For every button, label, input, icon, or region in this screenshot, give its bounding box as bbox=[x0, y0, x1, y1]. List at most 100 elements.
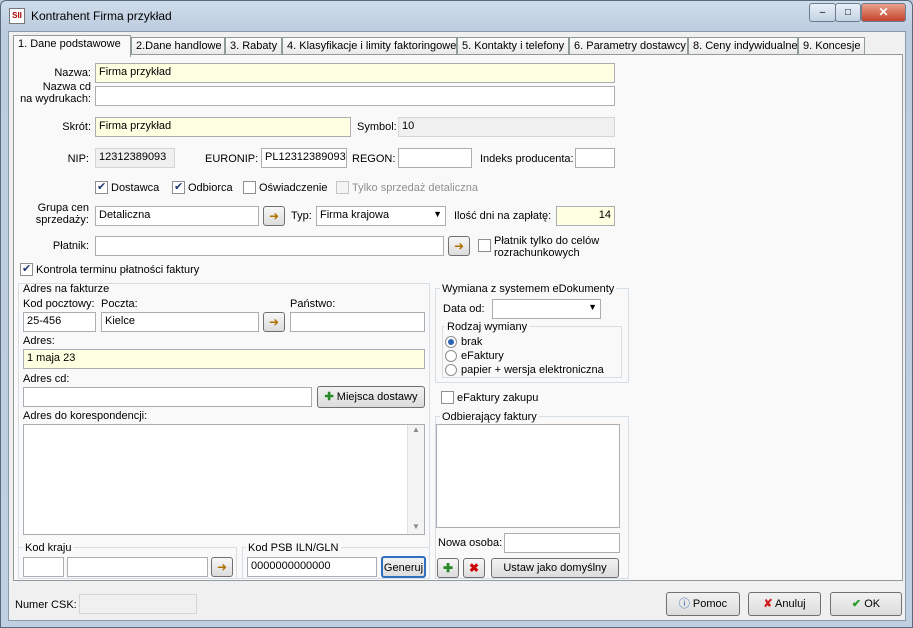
typ-select[interactable]: Firma krajowa ▼ bbox=[316, 206, 446, 226]
symbol-label: Symbol: bbox=[357, 121, 397, 133]
symbol-input: 10 bbox=[398, 117, 615, 137]
adres-cd-label: Adres cd: bbox=[23, 373, 70, 385]
ok-label: OK bbox=[864, 598, 881, 610]
radio-papier[interactable] bbox=[445, 364, 457, 376]
platnik-cele-label-2: rozrachunkowych bbox=[494, 247, 580, 259]
grupa-label-1: Grupa cen bbox=[37, 202, 89, 214]
add-icon: ✚ bbox=[442, 561, 454, 575]
kod-kraju-input-1[interactable] bbox=[23, 557, 64, 577]
info-icon: ⓘ bbox=[678, 598, 690, 610]
poczta-select-button[interactable]: ➜ bbox=[263, 312, 285, 332]
poczta-label: Poczta: bbox=[101, 298, 138, 310]
radio-efaktury-label: eFaktury bbox=[461, 350, 504, 362]
client-area: 1. Dane podstawowe 2.Dane handlowe 3. Ra… bbox=[8, 31, 906, 621]
dostawca-label: Dostawca bbox=[111, 182, 160, 194]
dialog-window: SII Kontrahent Firma przykład – □ ✕ 1. D… bbox=[0, 0, 913, 628]
add-person-button[interactable]: ✚ bbox=[437, 558, 459, 578]
ilosc-dni-label: Ilość dni na zapłatę: bbox=[454, 210, 552, 222]
minimize-button[interactable]: – bbox=[809, 3, 836, 22]
adres-cd-input[interactable] bbox=[23, 387, 312, 407]
efaktury-zakupu-label: eFaktury zakupu bbox=[457, 392, 539, 404]
radio-papier-label: papier + wersja elektroniczna bbox=[461, 364, 604, 376]
euronip-input[interactable]: PL12312389093 bbox=[261, 148, 347, 168]
efaktury-zakupu-checkbox[interactable] bbox=[441, 391, 454, 404]
miejsca-dostawy-button[interactable]: ✚ Miejsca dostawy bbox=[317, 386, 425, 408]
tylko-sprzedaz-label: Tylko sprzedaż detaliczna bbox=[352, 182, 478, 194]
miejsca-dostawy-label: Miejsca dostawy bbox=[336, 391, 418, 403]
grupa-cen-input[interactable]: Detaliczna bbox=[95, 206, 259, 226]
delete-person-button[interactable]: ✖ bbox=[463, 558, 485, 578]
kontrola-checkbox[interactable] bbox=[20, 262, 33, 276]
grupa-cen-select-button[interactable]: ➜ bbox=[263, 206, 285, 226]
nowa-osoba-label: Nowa osoba: bbox=[438, 537, 503, 549]
anuluj-button[interactable]: ✘ Anuluj bbox=[748, 592, 821, 616]
euronip-label: EURONIP: bbox=[205, 153, 259, 165]
kod-pocztowy-input[interactable]: 25-456 bbox=[23, 312, 96, 332]
kod-kraju-label: Kod kraju bbox=[23, 542, 74, 554]
ok-button[interactable]: ✔ OK bbox=[830, 592, 902, 616]
kod-psb-label: Kod PSB ILN/GLN bbox=[246, 542, 341, 554]
numer-csk-label: Numer CSK: bbox=[15, 599, 77, 611]
indeks-input[interactable] bbox=[575, 148, 615, 168]
maximize-button[interactable]: □ bbox=[835, 3, 861, 22]
panstwo-label: Państwo: bbox=[290, 298, 336, 310]
indeks-label: Indeks producenta: bbox=[480, 153, 574, 165]
skrot-input[interactable]: Firma przykład bbox=[95, 117, 351, 137]
regon-input[interactable] bbox=[398, 148, 472, 168]
oswiadczenie-label: Oświadczenie bbox=[259, 182, 328, 194]
generuj-button[interactable]: Generuj bbox=[381, 556, 426, 578]
oswiadczenie-checkbox[interactable] bbox=[243, 181, 256, 194]
edokumenty-title: Wymiana z systemem eDokumenty bbox=[440, 283, 617, 295]
panstwo-input[interactable] bbox=[290, 312, 425, 332]
korespondencja-textarea[interactable] bbox=[23, 424, 425, 535]
typ-label: Typ: bbox=[291, 210, 312, 222]
nip-input: 12312389093 bbox=[95, 148, 175, 168]
nazwa-cd-input[interactable] bbox=[95, 86, 615, 106]
odbiorca-checkbox[interactable] bbox=[172, 180, 185, 194]
pomoc-button[interactable]: ⓘ Pomoc bbox=[666, 592, 740, 616]
app-icon: SII bbox=[9, 8, 25, 24]
ilosc-dni-input[interactable]: 14 bbox=[556, 206, 615, 226]
window-title: Kontrahent Firma przykład bbox=[31, 9, 172, 23]
adres-label: Adres: bbox=[23, 335, 55, 347]
odbiorajacy-list[interactable] bbox=[436, 424, 620, 528]
kod-kraju-input-2[interactable] bbox=[67, 557, 208, 577]
kod-psb-input[interactable]: 0000000000000 bbox=[247, 557, 377, 577]
nowa-osoba-input[interactable] bbox=[504, 533, 620, 553]
radio-brak-label: brak bbox=[461, 336, 483, 348]
close-button[interactable]: ✕ bbox=[861, 3, 906, 22]
tab-dane-podstawowe[interactable]: 1. Dane podstawowe bbox=[13, 35, 131, 57]
dostawca-checkbox[interactable] bbox=[95, 180, 108, 194]
poczta-input[interactable]: Kielce bbox=[101, 312, 259, 332]
delete-icon: ✖ bbox=[468, 561, 480, 575]
platnik-cele-label-1: Płatnik tylko do celów bbox=[494, 235, 600, 247]
check-icon: ✔ bbox=[851, 598, 862, 610]
korespondencja-scrollbar[interactable]: ▲ ▼ bbox=[407, 425, 424, 534]
adres-input[interactable]: 1 maja 23 bbox=[23, 349, 425, 369]
nazwa-cd-label-2: na wydrukach: bbox=[20, 93, 91, 105]
kod-pocztowy-label: Kod pocztowy: bbox=[23, 298, 95, 310]
nazwa-cd-label-1: Nazwa cd bbox=[42, 81, 91, 93]
grupa-label-2: sprzedaży: bbox=[35, 214, 89, 226]
platnik-select-button[interactable]: ➜ bbox=[448, 236, 470, 256]
nazwa-label: Nazwa: bbox=[54, 67, 91, 79]
kontrola-label: Kontrola terminu płatności faktury bbox=[36, 264, 200, 276]
platnik-label: Płatnik: bbox=[52, 240, 89, 252]
platnik-input[interactable] bbox=[95, 236, 444, 256]
radio-brak[interactable] bbox=[445, 336, 457, 348]
platnik-cele-checkbox[interactable] bbox=[478, 239, 491, 252]
tab-page: Nazwa: Firma przykład Nazwa cd na wydruk… bbox=[13, 54, 903, 581]
chevron-down-icon: ▼ bbox=[433, 209, 442, 219]
typ-select-value: Firma krajowa bbox=[320, 209, 390, 221]
tylko-sprzedaz-checkbox bbox=[336, 181, 349, 194]
numer-csk-input bbox=[79, 594, 197, 614]
data-od-picker[interactable]: ▼ bbox=[492, 299, 601, 319]
radio-efaktury[interactable] bbox=[445, 350, 457, 362]
kod-kraju-select-button[interactable]: ➜ bbox=[211, 557, 233, 577]
odbiorajacy-title: Odbierający faktury bbox=[440, 411, 539, 423]
ustaw-domyslny-button[interactable]: Ustaw jako domyślny bbox=[491, 558, 619, 578]
nip-label: NIP: bbox=[67, 153, 89, 165]
korespondencja-label: Adres do korespondencji: bbox=[23, 410, 148, 422]
adres-group-title: Adres na fakturze bbox=[23, 283, 110, 295]
nazwa-input[interactable]: Firma przykład bbox=[95, 63, 615, 83]
